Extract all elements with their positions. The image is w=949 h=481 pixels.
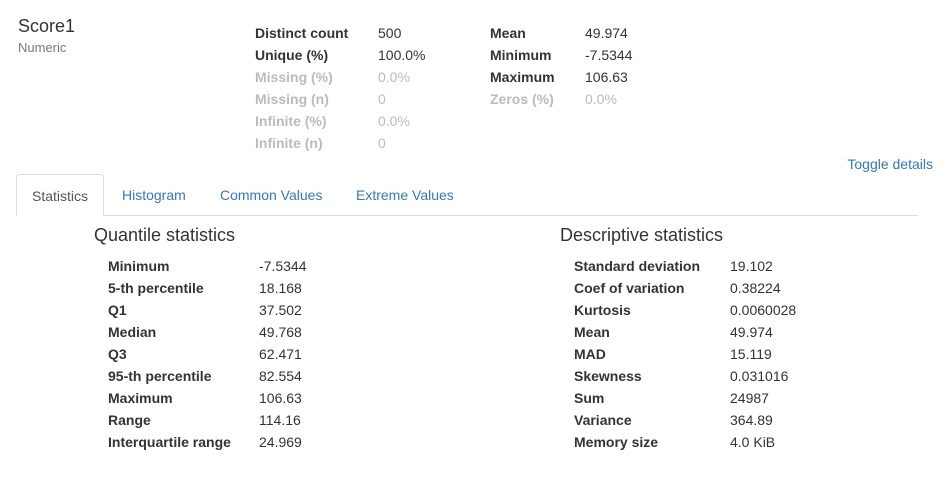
toggle-details-link[interactable]: Toggle details (847, 156, 933, 172)
tab-statistics[interactable]: Statistics (16, 174, 105, 216)
overview-row: Infinite (n) 0 (255, 132, 425, 154)
stat-key: Standard deviation (574, 258, 701, 274)
overview-key: Zeros (%) (490, 91, 554, 107)
table-row: Skewness 0.031016 (574, 365, 796, 387)
table-row: Memory size 4.0 KiB (574, 431, 796, 453)
stat-key: Memory size (574, 434, 659, 450)
table-row: Q3 62.471 (108, 343, 306, 365)
overview-key: Missing (%) (255, 69, 333, 85)
stat-key: 95-th percentile (108, 368, 212, 384)
stat-key: 5-th percentile (108, 280, 204, 296)
tab-extreme-values[interactable]: Extreme Values (341, 174, 469, 214)
table-row: Mean 49.974 (574, 321, 796, 343)
overview-key: Mean (490, 25, 526, 41)
table-row: 95-th percentile 82.554 (108, 365, 306, 387)
table-row: Interquartile range 24.969 (108, 431, 306, 453)
table-row: Q1 37.502 (108, 299, 306, 321)
table-row: Range 114.16 (108, 409, 306, 431)
overview-value: 0.0% (585, 91, 617, 107)
overview-key: Missing (n) (255, 91, 329, 107)
stat-value: -7.5344 (259, 258, 307, 274)
table-row: Sum 24987 (574, 387, 796, 409)
overview-row: Missing (n) 0 (255, 88, 425, 110)
stat-key: Skewness (574, 368, 642, 384)
stat-key: Mean (574, 324, 610, 340)
stat-value: 18.168 (259, 280, 302, 296)
overview-key: Unique (%) (255, 47, 329, 63)
stat-value: 0.031016 (730, 368, 789, 384)
overview-key: Minimum (490, 47, 552, 63)
overview-value: 500 (378, 25, 402, 41)
tab-bar: Statistics Histogram Common Values Extre… (16, 174, 918, 216)
stat-value: 15.119 (730, 346, 772, 362)
descriptive-statistics-table: Standard deviation 19.102 Coef of variati… (574, 255, 796, 453)
overview-value: 0 (378, 135, 386, 151)
overview-value: 100.0% (378, 47, 426, 63)
stat-key: Q1 (108, 302, 127, 318)
overview-value: 0.0% (378, 113, 410, 129)
descriptive-statistics-title: Descriptive statistics (560, 225, 724, 245)
stat-key: Minimum (108, 258, 170, 274)
stat-value: 62.471 (259, 346, 302, 362)
table-row: Maximum 106.63 (108, 387, 306, 409)
stat-value: 19.102 (730, 258, 773, 274)
stat-value: 37.502 (259, 302, 302, 318)
stat-key: Sum (574, 390, 605, 406)
quantile-statistics-title: Quantile statistics (94, 225, 236, 245)
variable-type: Numeric (18, 40, 67, 55)
stat-value: 24.969 (259, 434, 302, 450)
stat-value: 106.63 (259, 390, 302, 406)
overview-row: Infinite (%) 0.0% (255, 110, 425, 132)
overview-key: Infinite (%) (255, 113, 327, 129)
overview-value: 0.0% (378, 69, 410, 85)
stat-key: Range (108, 412, 151, 428)
stat-key: Kurtosis (574, 302, 631, 318)
overview-row: Zeros (%) 0.0% (490, 88, 632, 110)
overview-value: -7.5344 (585, 47, 633, 63)
stat-value: 364.89 (730, 412, 773, 428)
overview-row: Distinct count 500 (255, 22, 425, 44)
table-row: Median 49.768 (108, 321, 306, 343)
table-row: Coef of variation 0.38224 (574, 277, 796, 299)
stat-value: 114.16 (259, 412, 301, 428)
stat-key: Q3 (108, 346, 127, 362)
tab-common-values[interactable]: Common Values (205, 174, 337, 214)
stat-key: Variance (574, 412, 632, 428)
stat-value: 49.768 (259, 324, 302, 340)
overview-row: Minimum -7.5344 (490, 44, 632, 66)
overview-row: Missing (%) 0.0% (255, 66, 425, 88)
overview-row: Unique (%) 100.0% (255, 44, 425, 66)
stat-value: 82.554 (259, 368, 302, 384)
stat-value: 0.38224 (730, 280, 781, 296)
variable-name: Score1 (18, 16, 76, 36)
table-row: Standard deviation 19.102 (574, 255, 796, 277)
table-row: Variance 364.89 (574, 409, 796, 431)
overview-value: 0 (378, 91, 386, 107)
stat-key: Coef of variation (574, 280, 685, 296)
stat-value: 0.0060028 (730, 302, 797, 318)
overview-key: Infinite (n) (255, 135, 323, 151)
table-row: 5-th percentile 18.168 (108, 277, 306, 299)
stat-key: Maximum (108, 390, 173, 406)
overview-key: Distinct count (255, 25, 349, 41)
overview-table-left: Distinct count 500 Unique (%) 100.0% Missi… (255, 22, 425, 154)
stat-value: 4.0 KiB (730, 434, 776, 450)
stat-value: 24987 (730, 390, 769, 406)
overview-row: Mean 49.974 (490, 22, 632, 44)
overview-value: 106.63 (585, 69, 628, 85)
table-row: Kurtosis 0.0060028 (574, 299, 796, 321)
stat-key: MAD (574, 346, 606, 362)
stat-key: Interquartile range (108, 434, 231, 450)
overview-key: Maximum (490, 69, 555, 85)
tab-histogram[interactable]: Histogram (107, 174, 201, 214)
overview-value: 49.974 (585, 25, 628, 41)
stat-key: Median (108, 324, 157, 340)
overview-table-right: Mean 49.974 Minimum -7.5344 Maximum 106.63 … (490, 22, 632, 110)
overview-row: Maximum 106.63 (490, 66, 632, 88)
table-row: MAD 15.119 (574, 343, 796, 365)
quantile-statistics-table: Minimum -7.5344 5-th percentile 18.168 Q1 3… (108, 255, 306, 453)
stat-value: 49.974 (730, 324, 773, 340)
table-row: Minimum -7.5344 (108, 255, 306, 277)
